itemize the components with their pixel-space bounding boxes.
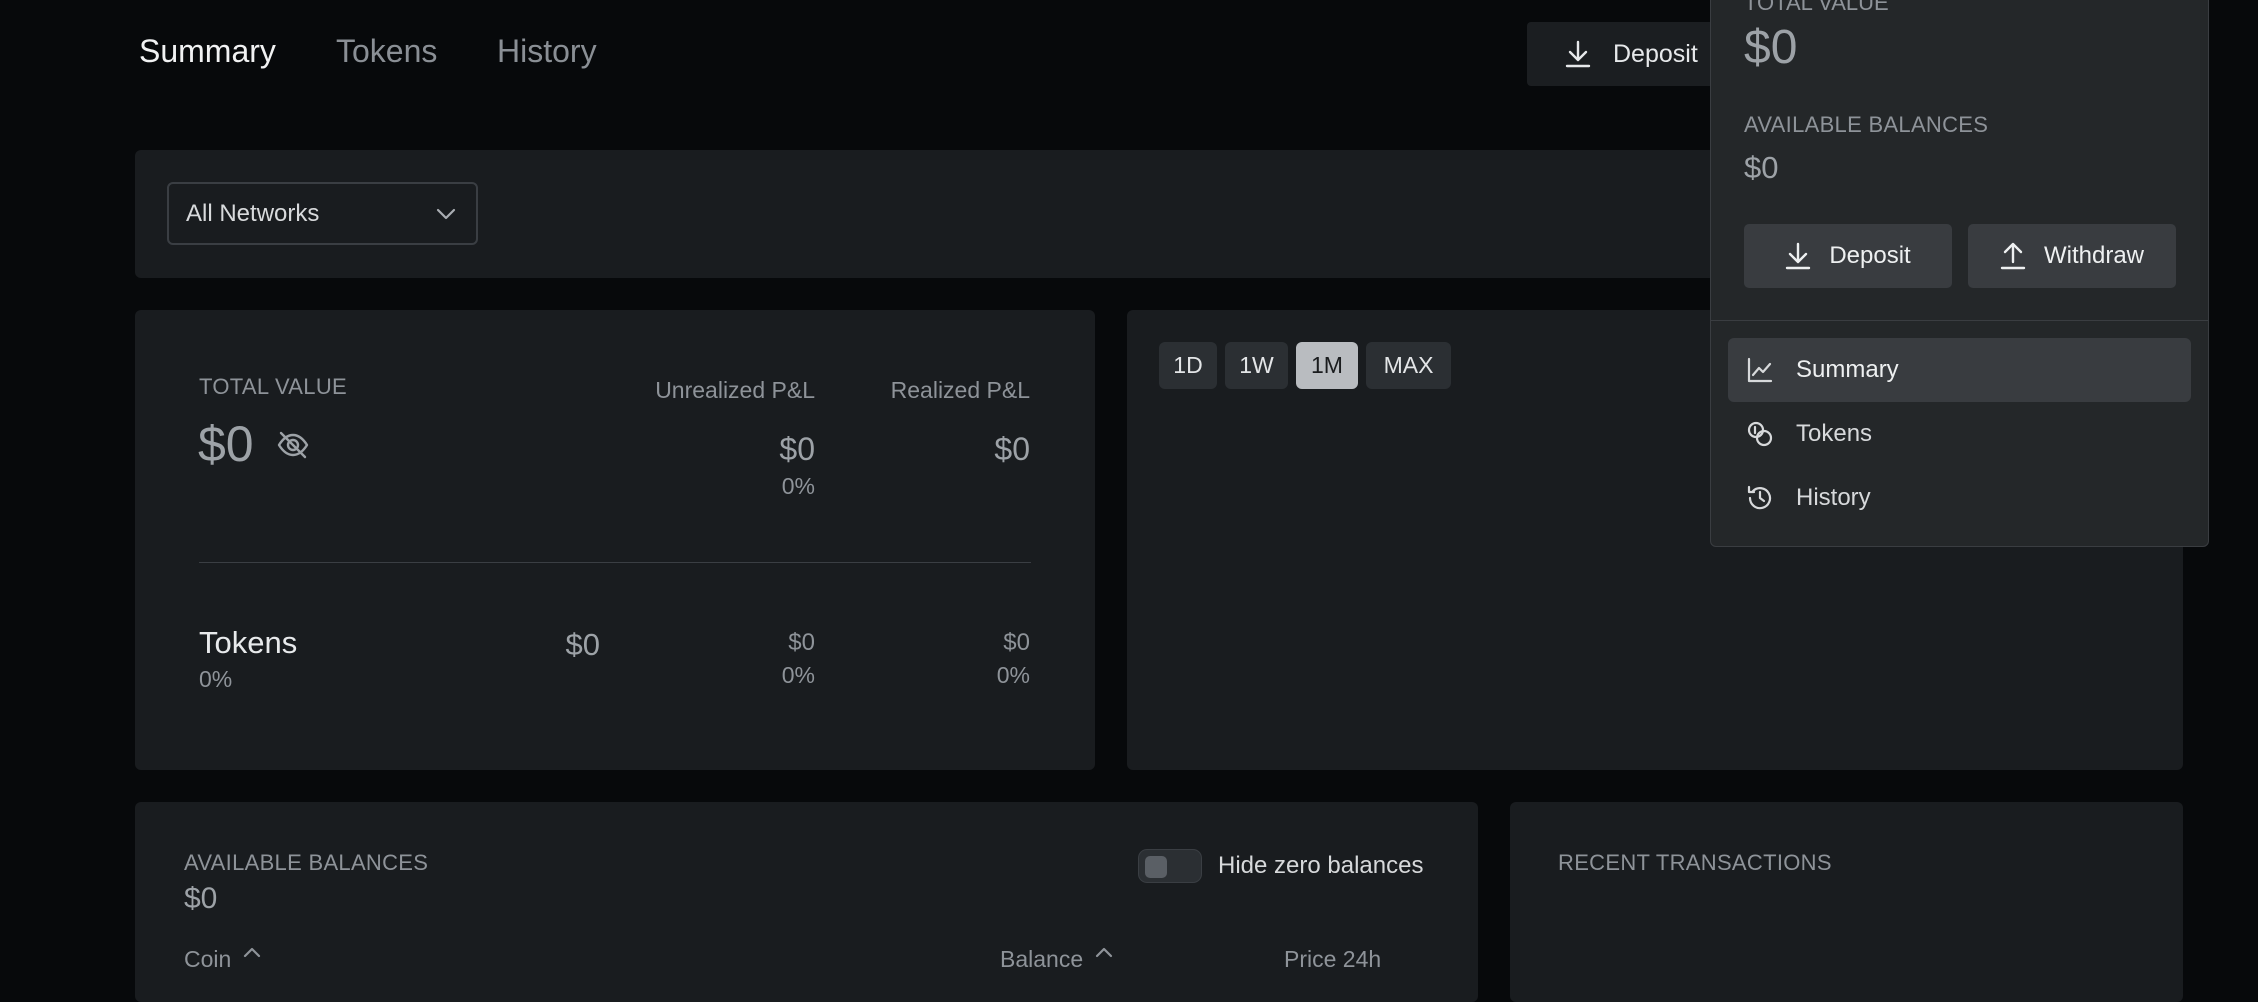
menu-item-history-label: History [1796, 484, 1871, 511]
tab-history[interactable]: History [497, 33, 597, 70]
recent-transactions-title: RECENT TRANSACTIONS [1558, 850, 1832, 875]
menu-item-tokens-label: Tokens [1796, 420, 1873, 447]
deposit-button[interactable]: Deposit [1527, 22, 1717, 86]
download-icon [1785, 242, 1811, 270]
network-select-value: All Networks [186, 199, 320, 227]
history-icon [1746, 484, 1774, 512]
column-balance[interactable]: Balance [1000, 946, 1113, 973]
tokens-row-unrealized-pct: 0% [781, 662, 815, 688]
chevron-down-icon [436, 208, 456, 220]
dropdown-available-label: AVAILABLE BALANCES [1744, 112, 1989, 137]
column-price-24h[interactable]: Price 24h [1284, 946, 1381, 973]
unrealized-pnl-pct: 0% [781, 473, 815, 499]
sort-up-icon [1095, 946, 1113, 973]
dropdown-deposit-label: Deposit [1829, 242, 1911, 269]
tokens-row-unrealized-value: $0 [788, 629, 815, 656]
recent-transactions-card [1510, 802, 2183, 1002]
column-balance-label: Balance [1000, 946, 1084, 972]
tokens-row-realized-value: $0 [1003, 629, 1030, 656]
hide-value-icon[interactable] [276, 430, 310, 460]
balances-title: AVAILABLE BALANCES [184, 850, 429, 875]
dropdown-withdraw-button[interactable]: Withdraw [1968, 224, 2176, 288]
unrealized-pnl-value: $0 [779, 431, 815, 467]
dropdown-divider [1711, 320, 2208, 321]
dropdown-available-value: $0 [1744, 150, 1779, 185]
total-value-label: TOTAL VALUE [199, 374, 347, 399]
tokens-row-pct: 0% [199, 666, 233, 692]
range-1w-button[interactable]: 1W [1225, 342, 1288, 389]
dropdown-deposit-button[interactable]: Deposit [1744, 224, 1952, 288]
network-select[interactable]: All Networks [167, 182, 478, 245]
tokens-row-realized-pct: 0% [996, 662, 1030, 688]
menu-item-summary[interactable]: Summary [1728, 338, 2191, 402]
deposit-button-label: Deposit [1613, 39, 1698, 68]
unrealized-pnl-label: Unrealized P&L [655, 377, 815, 403]
menu-item-tokens[interactable]: Tokens [1728, 402, 2191, 466]
range-1d-button[interactable]: 1D [1159, 342, 1217, 389]
upload-icon [2000, 242, 2026, 270]
dropdown-total-value-label: TOTAL VALUE [1744, 0, 1889, 15]
menu-item-history[interactable]: History [1728, 466, 2191, 530]
dropdown-total-value: $0 [1744, 21, 1798, 74]
tab-summary[interactable]: Summary [139, 33, 276, 70]
total-value: $0 [198, 416, 254, 472]
balances-value: $0 [184, 882, 218, 915]
tab-tokens[interactable]: Tokens [336, 33, 437, 70]
chart-line-icon [1746, 356, 1774, 384]
tokens-row-name[interactable]: Tokens [199, 625, 297, 661]
sort-up-icon [243, 946, 261, 973]
column-coin[interactable]: Coin [184, 946, 261, 973]
overview-divider [199, 562, 1031, 563]
toggle-knob [1145, 856, 1167, 878]
hide-zero-toggle[interactable] [1138, 849, 1202, 883]
menu-item-summary-label: Summary [1796, 356, 1899, 383]
tokens-row-value: $0 [565, 627, 600, 662]
realized-pnl-value: $0 [994, 431, 1030, 467]
range-max-button[interactable]: MAX [1366, 342, 1451, 389]
realized-pnl-label: Realized P&L [890, 377, 1030, 403]
coins-icon [1746, 420, 1774, 448]
dropdown-withdraw-label: Withdraw [2043, 242, 2145, 269]
balances-card [135, 802, 1478, 1002]
column-coin-label: Coin [184, 946, 232, 972]
download-icon [1565, 40, 1591, 68]
range-1m-button[interactable]: 1M [1296, 342, 1358, 389]
hide-zero-label: Hide zero balances [1218, 852, 1424, 879]
